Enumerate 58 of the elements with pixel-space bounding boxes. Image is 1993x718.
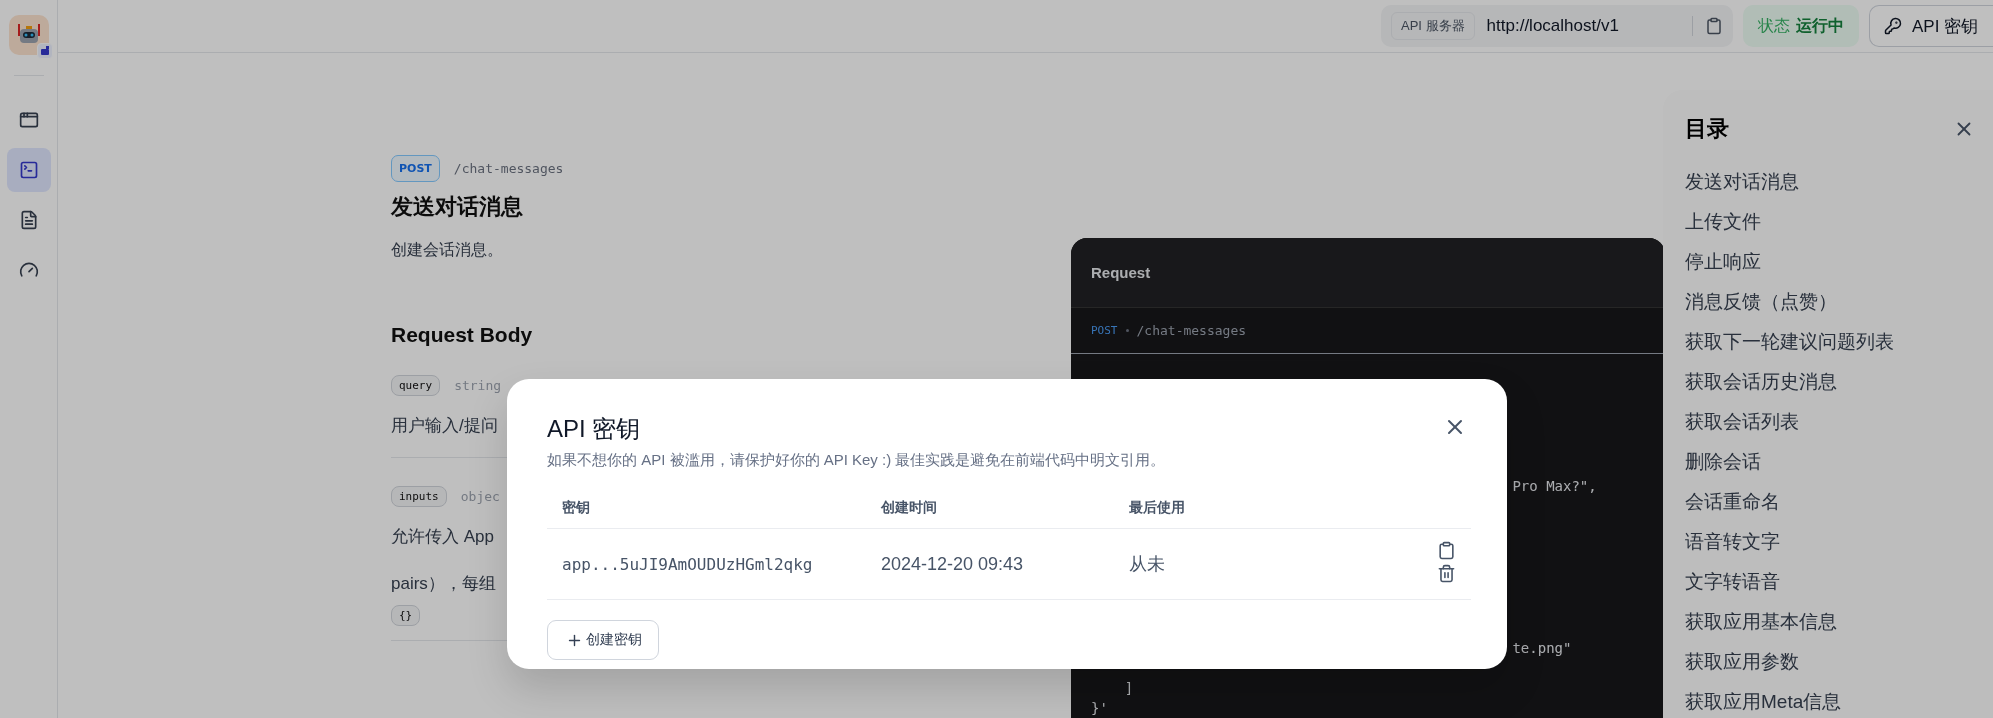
toc-link[interactable]: 文字转语音: [1685, 562, 1993, 602]
toc-link[interactable]: 获取应用Meta信息: [1685, 682, 1993, 718]
toc-link[interactable]: 获取下一轮建议问题列表: [1685, 322, 1993, 362]
window-icon: [18, 110, 39, 130]
code-line: ]: [1123, 679, 1135, 698]
endpoint-title: 发送对话消息: [391, 193, 524, 221]
toc-link[interactable]: 语音转文字: [1685, 522, 1993, 562]
column-header: 最后使用: [1114, 488, 1408, 529]
param-description: 用户输入/提问: [391, 415, 498, 437]
endpoint-path: /chat-messages: [453, 161, 564, 176]
create-key-button[interactable]: 创建密钥: [547, 620, 659, 660]
toc-link[interactable]: 发送对话消息: [1685, 162, 1993, 202]
param-description: pairs），每组: [391, 573, 496, 595]
column-header: 创建时间: [866, 488, 1114, 529]
param-name: inputs: [391, 486, 447, 507]
code-line: te.png": [1511, 639, 1573, 658]
code-path: /chat-messages: [1136, 323, 1247, 338]
param-description: 允许传入 App: [391, 526, 494, 548]
column-header: 密钥: [547, 488, 866, 529]
server-url: http://localhost/v1: [1486, 16, 1620, 36]
toc-title: 目录: [1685, 115, 1729, 143]
toc-link[interactable]: 获取应用基本信息: [1685, 602, 1993, 642]
default-value: {}: [391, 605, 421, 626]
key-icon: [1884, 17, 1902, 35]
code-line: Pro Max?",: [1511, 477, 1598, 496]
sidebar-item[interactable]: [6, 148, 51, 192]
created-cell: 2024-12-20 09:43: [866, 528, 1114, 600]
method-badge: POST: [391, 155, 440, 182]
server-label: API 服务器: [1391, 12, 1475, 40]
key-cell: app...5uJI9AmOUDUzHGml2qkg: [547, 528, 866, 600]
delete-button[interactable]: [1437, 564, 1456, 583]
endpoint-description: 创建会话消息。: [391, 240, 504, 260]
toc-link[interactable]: 停止响应: [1685, 242, 1993, 282]
code-line: }': [1091, 699, 1109, 718]
toc-link[interactable]: 获取会话历史消息: [1685, 362, 1993, 402]
status-value: 运行中: [1796, 15, 1844, 36]
gauge-icon: [18, 260, 39, 280]
api-key-button[interactable]: API 密钥: [1869, 5, 1993, 47]
terminal-icon: [18, 160, 39, 180]
last-used-cell: 从未: [1114, 528, 1408, 600]
toc-link[interactable]: 消息反馈（点赞）: [1685, 282, 1993, 322]
param-name: query: [391, 375, 441, 396]
param-type: objec: [460, 489, 500, 504]
section-title: Request Body: [391, 323, 534, 347]
copy-button[interactable]: [1437, 541, 1456, 560]
code-method: POST: [1091, 324, 1118, 337]
toc-link[interactable]: 获取会话列表: [1685, 402, 1993, 442]
bot-icon: [39, 46, 50, 56]
toc-link[interactable]: 上传文件: [1685, 202, 1993, 242]
dialog-title: API 密钥: [547, 414, 641, 444]
toc-link[interactable]: 获取应用参数: [1685, 642, 1993, 682]
code-panel-title: Request: [1091, 264, 1151, 281]
dialog-description: 如果不想你的 API 被滥用，请保护好你的 API Key :) 最佳实践是避免在前端代码中明文引用。: [547, 451, 1167, 470]
copy-icon[interactable]: [1705, 17, 1723, 35]
status-label: 状态: [1758, 15, 1790, 36]
toc-link[interactable]: 会话重命名: [1685, 482, 1993, 522]
toc-link[interactable]: 删除会话: [1685, 442, 1993, 482]
param-type: string: [454, 378, 502, 393]
